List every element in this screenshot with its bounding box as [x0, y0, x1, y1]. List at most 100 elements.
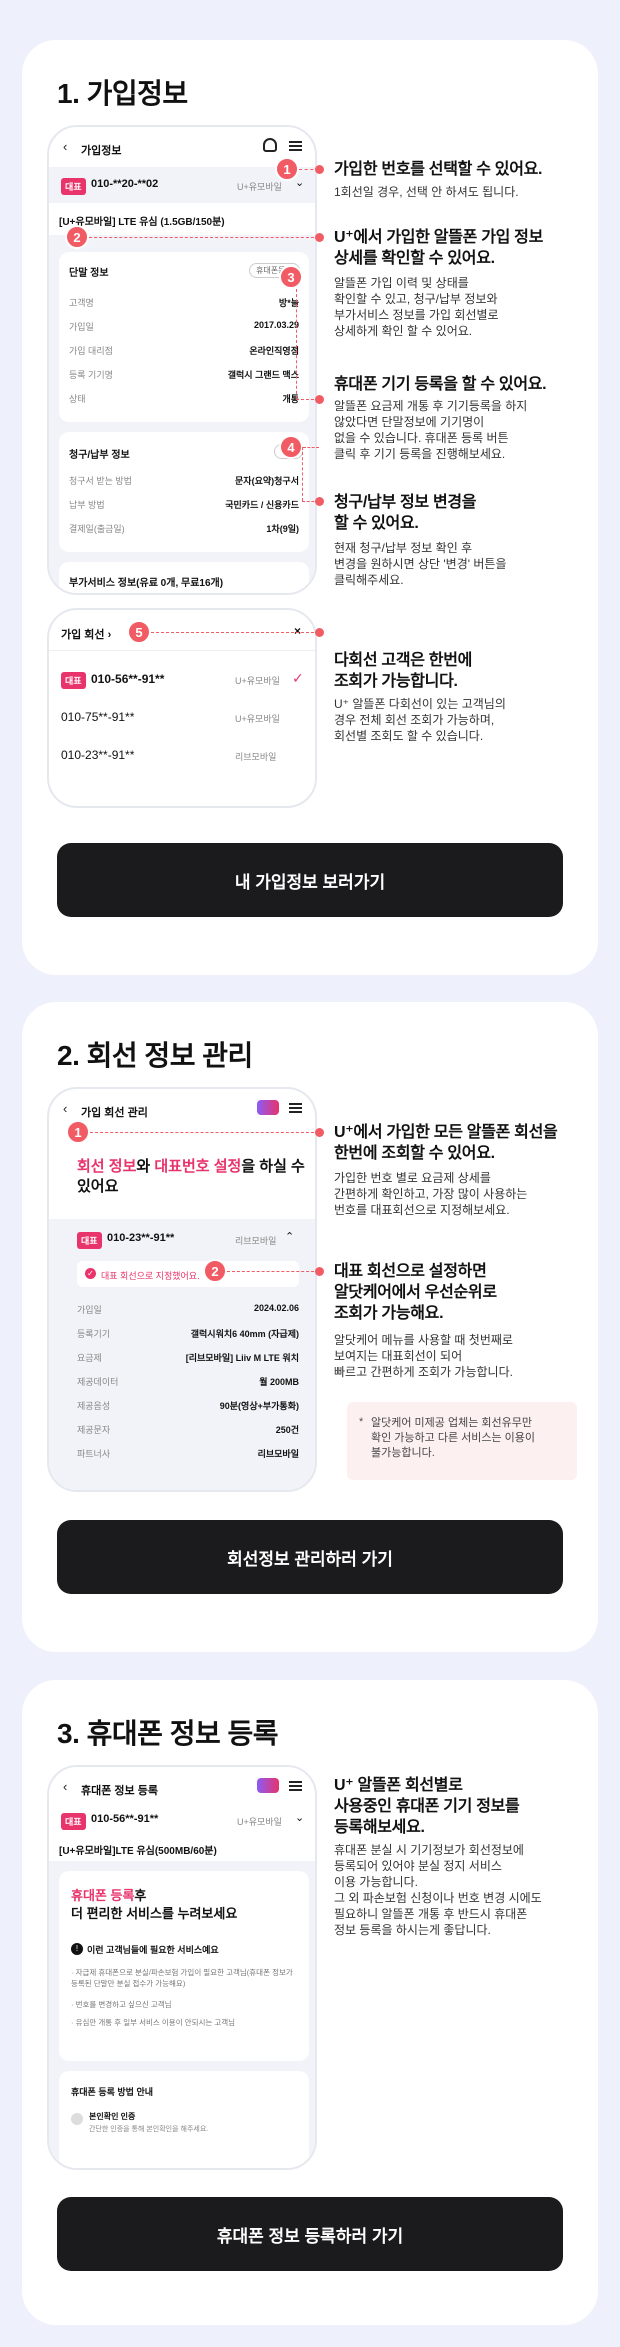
- register-promo-card: 휴대폰 등록후 더 편리한 서비스를 누려보세요 ! 이런 고객님들에 필요한 서…: [59, 1871, 309, 2061]
- selected-number: 010-**20-**02: [91, 178, 159, 190]
- billing-info-card: 청구/납부 정보 변경 청구서 받는 방법문자(요약)청구서납부 방법국민카드 …: [59, 432, 309, 552]
- manage-lines-button[interactable]: 회선정보 관리하러 가기: [57, 1520, 563, 1594]
- step-icon: [71, 2113, 83, 2125]
- device-row-value: 개통: [282, 394, 299, 404]
- carrier-label: 리브모바일: [235, 1236, 277, 1246]
- main-line-set-text: 대표 회선으로 지정했어요.: [101, 1271, 200, 1281]
- section-1-title: 1. 가입정보: [57, 78, 188, 109]
- phone-title: 가입정보: [81, 145, 122, 157]
- headline-part-b: 와: [136, 1158, 155, 1175]
- line-detail-row-value: 월 200MB: [259, 1377, 299, 1387]
- care-logo-icon: [257, 1778, 279, 1793]
- desc-3-text: 알뜰폰 요금제 개통 후 기기등록을 하지 않았다면 단말정보에 기기명이 없을…: [334, 399, 528, 461]
- phone-mockup-subscription: ‹ 가입정보 대표 010-**20-**02 U+유모바일 ⌄ [U+유모바일…: [47, 125, 317, 595]
- line-item-number[interactable]: 010-75**-91**: [61, 710, 134, 724]
- callout-line-2: [227, 1271, 319, 1272]
- device-row-value: 온라인직영점: [249, 346, 299, 356]
- callout-dot-2: [315, 1267, 324, 1276]
- desc-title: U⁺ 알뜰폰 회선별로 사용중인 휴대폰 기기 정보를 등록해보세요.: [334, 1777, 520, 1836]
- headline-part-c: 대표번호 설정: [154, 1158, 242, 1175]
- chevron-down-icon: ⌄: [295, 177, 305, 189]
- phone-mockup-lines: 가입 회선 › × 대표 010-56**-91** ✓ U+유모바일 010-75**…: [47, 608, 317, 808]
- lines-title: 가입 회선 ›: [61, 629, 112, 641]
- line-item-carrier: U+유모바일: [235, 676, 280, 686]
- check-circle-icon: ✓: [85, 1268, 96, 1279]
- line-detail-row-label: 제공음성: [77, 1401, 111, 1411]
- line-detail-row-value: 2024.02.06: [253, 1303, 299, 1313]
- callout-line-4: [303, 447, 319, 448]
- desc-2-text: 알닷케어 메뉴를 사용할 때 첫번째로 보여지는 대표회선이 되어 빠르고 간편…: [334, 1333, 513, 1379]
- back-arrow-icon[interactable]: ‹: [63, 1779, 67, 1794]
- line-item-carrier: 리브모바일: [235, 752, 277, 762]
- desc-1-text: 1회선일 경우, 선택 안 하셔도 됩니다.: [334, 185, 519, 199]
- callout-line-2: [89, 237, 319, 238]
- promo-part-c: 더 편리한 서비스를 누려보세요: [71, 1906, 238, 1921]
- line-detail-row-label: 파트너사: [77, 1449, 111, 1459]
- callout-line-3-v: [296, 289, 297, 399]
- desc-1-text: 가입한 번호 별로 요금제 상세를 간편하게 확인하고, 가장 많이 사용하는 …: [334, 1171, 528, 1217]
- chevron-up-icon[interactable]: ⌃: [285, 1230, 294, 1243]
- phone-title: 가입 회선 관리: [81, 1107, 148, 1119]
- notice-box: * 알닷케어 미제공 업체는 회선유무만 확인 가능하고 다른 서비스는 이용이…: [347, 1402, 577, 1480]
- callout-dot-3: [315, 395, 324, 404]
- promo-headline: 휴대폰 등록후 더 편리한 서비스를 누려보세요: [71, 1887, 237, 1923]
- menu-icon[interactable]: [289, 1103, 302, 1113]
- back-arrow-icon[interactable]: ‹: [63, 139, 67, 154]
- line-detail-row-label: 가입일: [77, 1305, 102, 1315]
- register-phone-cta-button[interactable]: 휴대폰 정보 등록하러 가기: [57, 2197, 563, 2271]
- bullet-2: · 번호를 변경하고 싶으신 고객님: [71, 2000, 172, 2009]
- line-item-number[interactable]: 010-23**-91**: [61, 748, 134, 762]
- desc-5-text: U⁺ 알뜰폰 다회선이 있는 고객님의 경우 전체 회선 조회가 가능하며, 회…: [334, 697, 506, 743]
- close-icon[interactable]: ×: [294, 624, 301, 638]
- callout-line-4-v: [302, 447, 303, 501]
- callout-dot-2: [315, 233, 324, 242]
- section-1-card: 1. 가입정보 ‹ 가입정보 대표 010-**20-**02 U+유모바일 ⌄…: [22, 40, 598, 975]
- callout-line-1: [90, 1132, 319, 1133]
- line-item-number[interactable]: 010-56**-91**: [91, 672, 164, 686]
- callout-dot-4: [315, 497, 324, 506]
- device-info-heading: 단말 정보: [69, 268, 109, 279]
- device-row-label: 가입 대리점: [69, 346, 113, 356]
- callout-number-3: 3: [279, 265, 303, 289]
- menu-icon[interactable]: [289, 141, 302, 151]
- section-3-card: 3. 휴대폰 정보 등록 ‹ 휴대폰 정보 등록 대표 010-56**-91*…: [22, 1680, 598, 2325]
- section-2-card: 2. 회선 정보 관리 ‹ 가입 회선 관리 회선 정보와 대표번호 설정을 하…: [22, 1002, 598, 1652]
- line-detail-row-value: [리브모바일] Liiv M LTE 워치: [185, 1353, 299, 1363]
- device-row-label: 고객명: [69, 298, 94, 308]
- line-item-carrier: U+유모바일: [235, 714, 280, 724]
- method-heading: 휴대폰 등록 방법 안내: [71, 2087, 154, 2097]
- device-info-card: 단말 정보 휴대폰등록 고객명 방*늘 가입일 2017.03.29 가입 대리점 온라인…: [59, 252, 309, 422]
- phone-mockup-phone-register: ‹ 휴대폰 정보 등록 대표 010-56**-91** U+유모바일 ⌄ [U…: [47, 1765, 317, 2170]
- menu-icon[interactable]: [289, 1781, 302, 1791]
- promo-part-a: 휴대폰 등록: [71, 1888, 135, 1903]
- phone-number: 010-56**-91**: [91, 1813, 159, 1825]
- line-detail-row-value: 리브모바일: [257, 1449, 299, 1459]
- addon-heading: 부가서비스 정보(유료 0개, 무료16개): [69, 578, 224, 589]
- device-row-value: 방*늘: [278, 298, 299, 308]
- billing-row-label: 납부 방법: [69, 500, 105, 510]
- callout-dot-1: [315, 1128, 324, 1137]
- plan-name: [U+유모바일]LTE 유심(500MB/60분): [59, 1846, 217, 1857]
- back-arrow-icon[interactable]: ‹: [63, 1101, 67, 1116]
- line-detail-row-label: 제공데이터: [77, 1377, 119, 1387]
- line-detail-row-label: 요금제: [77, 1353, 102, 1363]
- line-detail-row-label: 등록기기: [77, 1329, 111, 1339]
- callout-dot-5: [315, 628, 324, 637]
- desc-2-title: 대표 회선으로 설정하면 알닷케어에서 우선순위로 조회가 가능해요.: [334, 1263, 497, 1322]
- desc-2-text: 알뜰폰 가입 이력 및 상태를 확인할 수 있고, 청구/납부 정보와 부가서비…: [334, 276, 499, 338]
- notice-bullet: *: [359, 1416, 364, 1428]
- user-icon[interactable]: [263, 138, 277, 152]
- chevron-down-icon[interactable]: ⌄: [295, 1811, 304, 1824]
- line-detail-row-value: 250건: [275, 1425, 299, 1435]
- callout-number-1: 1: [275, 157, 299, 181]
- view-subscription-button[interactable]: 내 가입정보 보러가기: [57, 843, 563, 917]
- callout-number-2: 2: [203, 1259, 227, 1283]
- line-detail-row-label: 제공문자: [77, 1425, 111, 1435]
- main-badge: 대표: [61, 1813, 86, 1830]
- callout-number-4: 4: [279, 435, 303, 459]
- callout-number-2: 2: [65, 225, 89, 249]
- device-row-value: 2017.03.29: [253, 320, 299, 330]
- callout-number-5: 5: [127, 620, 151, 644]
- desc-5-title: 다회선 고객은 한번에 조회가 가능합니다.: [334, 652, 473, 690]
- device-row-label: 가입일: [69, 322, 94, 332]
